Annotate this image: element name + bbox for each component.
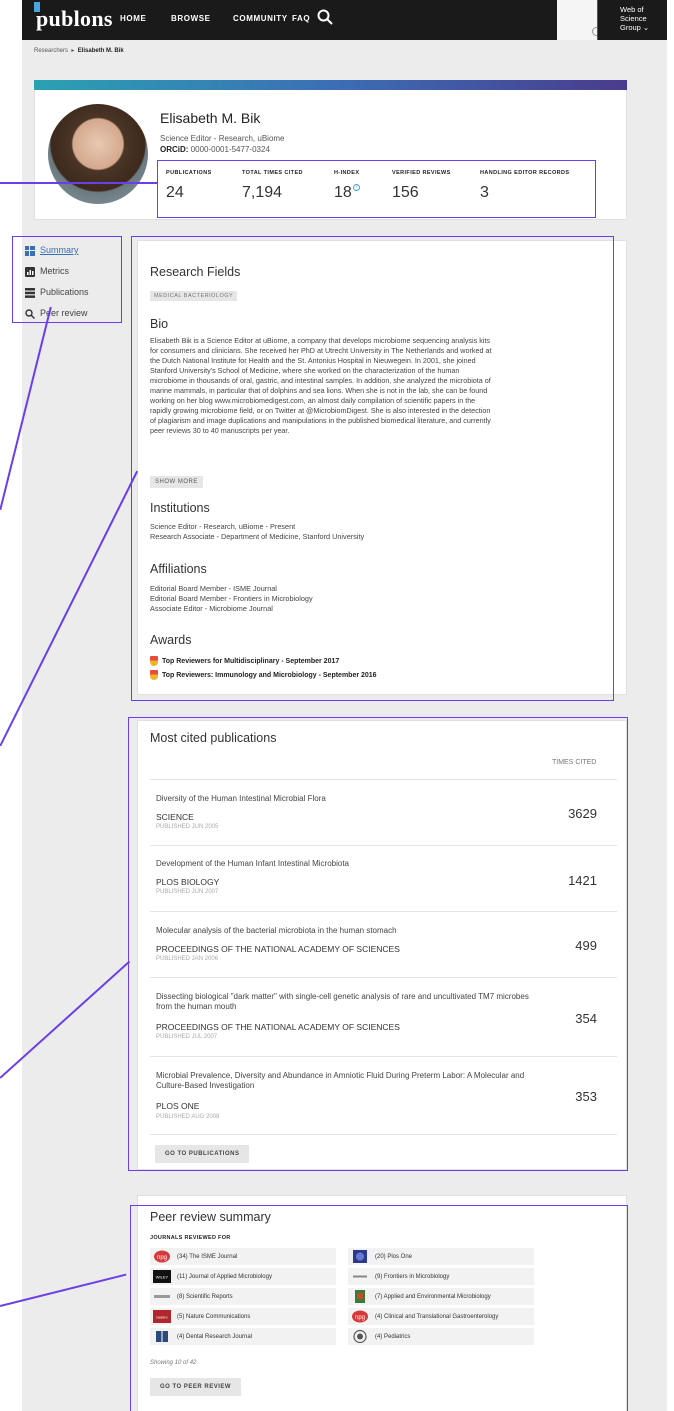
orcid: ORCiD: 0000-0001-5477-0324 bbox=[160, 145, 270, 154]
breadcrumb: Researchers ▸ Elisabeth M. Bik bbox=[34, 47, 124, 54]
breadcrumb-root[interactable]: Researchers bbox=[34, 48, 68, 54]
nav-faq[interactable]: FAQ bbox=[292, 14, 310, 23]
search-icon[interactable] bbox=[317, 9, 333, 25]
profile-banner bbox=[34, 80, 627, 90]
orcid-label: ORCiD: bbox=[160, 145, 189, 154]
stats-highlight-box bbox=[157, 160, 596, 218]
sidebar-highlight-box bbox=[12, 236, 122, 323]
header-spacer bbox=[557, 0, 597, 40]
nav-community[interactable]: COMMUNITY bbox=[233, 14, 288, 23]
breadcrumb-separator-icon: ▸ bbox=[71, 48, 75, 54]
summary-highlight-box bbox=[131, 236, 614, 701]
peer-review-highlight-box bbox=[130, 1205, 628, 1411]
nav-home[interactable]: HOME bbox=[120, 14, 146, 23]
orcid-value[interactable]: 0000-0001-5477-0324 bbox=[191, 145, 270, 154]
connector-line bbox=[0, 182, 157, 184]
web-of-science-label[interactable]: Web of Science Group ⌄ bbox=[620, 5, 666, 32]
profile-name: Elisabeth M. Bik bbox=[160, 110, 261, 126]
profile-subtitle: Science Editor - Research, uBiome bbox=[160, 134, 285, 143]
avatar bbox=[48, 104, 148, 204]
publications-highlight-box bbox=[128, 717, 628, 1171]
nav-browse[interactable]: BROWSE bbox=[171, 14, 211, 23]
breadcrumb-current: Elisabeth M. Bik bbox=[77, 48, 124, 54]
publons-logo[interactable]: publons bbox=[34, 2, 113, 32]
